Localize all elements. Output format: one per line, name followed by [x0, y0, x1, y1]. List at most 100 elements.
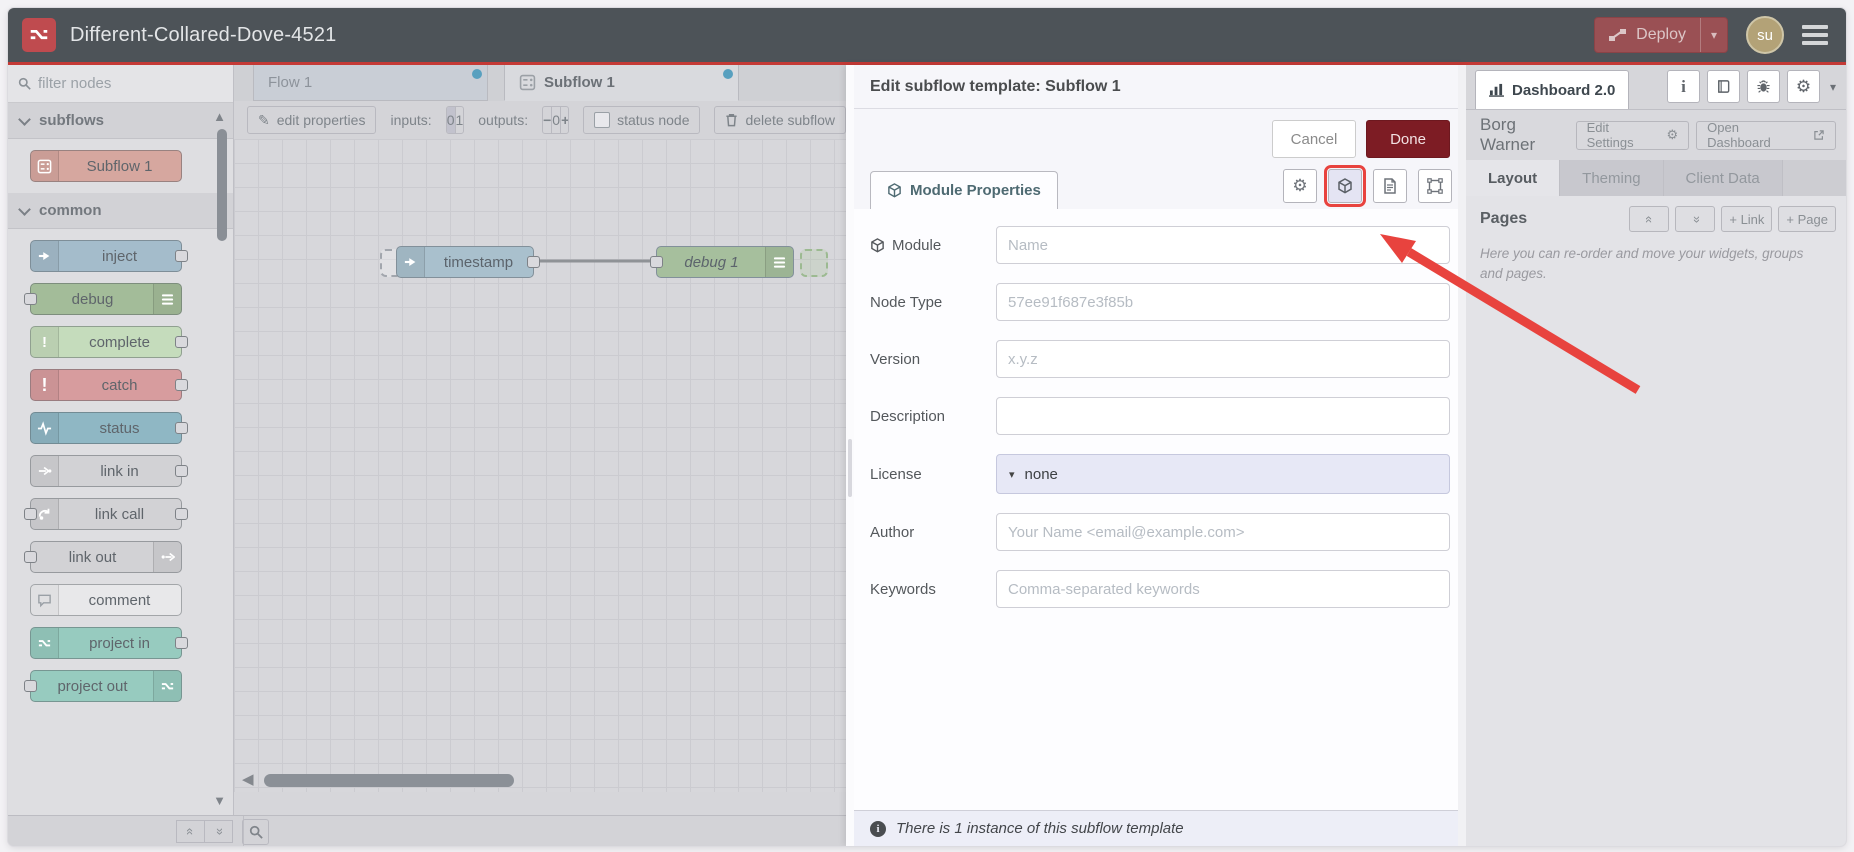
palette-category-common[interactable]: common: [8, 193, 233, 229]
delete-subflow-button[interactable]: delete subflow: [714, 106, 846, 134]
output-port[interactable]: [175, 250, 188, 262]
palette-node-inject[interactable]: inject: [30, 240, 188, 272]
output-port[interactable]: [175, 637, 188, 649]
palette-node-label: project in: [89, 634, 150, 652]
tab-flow-1[interactable]: Flow 1: [253, 65, 488, 101]
deploy-button[interactable]: Deploy ▾: [1594, 17, 1728, 53]
inputs-option-0[interactable]: 0: [446, 107, 455, 133]
outputs-decrease-button[interactable]: −: [543, 107, 551, 133]
sidebar-menu-caret[interactable]: ▾: [1830, 80, 1836, 94]
palette-scroll-down-icon[interactable]: ▼: [213, 793, 226, 808]
appearance-section-button[interactable]: [1418, 169, 1452, 203]
description-field-label: Description: [870, 407, 946, 425]
user-avatar[interactable]: su: [1746, 16, 1784, 54]
palette-collapse-down-button[interactable]: «: [205, 819, 233, 843]
node-red-logo-icon: [22, 18, 56, 52]
palette-node-link-out[interactable]: link out: [24, 541, 182, 573]
delete-subflow-label: delete subflow: [745, 112, 835, 128]
palette-node-project-in[interactable]: project in: [30, 627, 188, 659]
screenshot-frame: Different-Collared-Dove-4521 Deploy ▾ su…: [0, 0, 1854, 852]
deploy-options-caret[interactable]: ▾: [1699, 18, 1727, 52]
outputs-label: outputs:: [478, 112, 529, 128]
palette-category-label: subflows: [39, 112, 105, 129]
palette-category-subflows[interactable]: subflows: [8, 103, 233, 139]
input-port[interactable]: [24, 508, 37, 520]
output-port[interactable]: [175, 465, 188, 477]
input-port[interactable]: [650, 256, 663, 268]
palette-filter-placeholder: filter nodes: [38, 75, 112, 92]
cancel-button[interactable]: Cancel: [1272, 120, 1356, 158]
node-type-input[interactable]: [996, 283, 1450, 321]
tab-module-properties[interactable]: Module Properties: [870, 171, 1058, 210]
palette-node-complete[interactable]: ! complete: [30, 326, 188, 358]
main-menu-button[interactable]: [1802, 25, 1828, 45]
output-port[interactable]: [175, 422, 188, 434]
scroll-left-icon[interactable]: ◀: [242, 770, 254, 788]
tab-client-data[interactable]: Client Data: [1663, 160, 1783, 197]
help-tab-button[interactable]: [1706, 70, 1740, 103]
output-port[interactable]: [527, 256, 540, 268]
horizontal-scrollbar-thumb[interactable]: [264, 774, 514, 787]
tab-layout[interactable]: Layout: [1466, 160, 1561, 198]
palette-node-subflow-1[interactable]: Subflow 1: [30, 150, 182, 182]
comment-icon: [31, 585, 59, 615]
properties-section-button[interactable]: ⚙: [1283, 169, 1317, 203]
output-port[interactable]: [175, 336, 188, 348]
tab-theming[interactable]: Theming: [1560, 160, 1664, 197]
add-page-button[interactable]: + Page: [1778, 206, 1836, 232]
tab-dashboard-2[interactable]: Dashboard 2.0: [1475, 70, 1630, 109]
config-tab-button[interactable]: ⚙: [1786, 70, 1820, 103]
canvas-search-button[interactable]: [242, 819, 269, 845]
node-red-app: Different-Collared-Dove-4521 Deploy ▾ su…: [8, 8, 1846, 846]
tab-subflow-1[interactable]: Subflow 1: [504, 65, 739, 101]
license-value: none: [1024, 465, 1058, 483]
license-select[interactable]: ▾ none: [996, 454, 1450, 494]
palette-node-label: catch: [101, 376, 138, 394]
collapse-all-button[interactable]: «: [1629, 206, 1670, 232]
sidebar-splitter[interactable]: [1458, 65, 1466, 846]
edit-settings-button[interactable]: Edit Settings ⚙: [1575, 120, 1690, 150]
palette-node-comment[interactable]: comment: [30, 584, 182, 616]
outputs-increase-button[interactable]: +: [560, 107, 568, 133]
done-button[interactable]: Done: [1366, 120, 1450, 158]
expand-all-button[interactable]: «: [1675, 206, 1716, 232]
input-port[interactable]: [24, 293, 37, 305]
tray-resize-grip[interactable]: [848, 439, 852, 497]
palette-node-link-in[interactable]: link in: [30, 455, 188, 487]
open-dashboard-button[interactable]: Open Dashboard: [1696, 120, 1836, 150]
dashboard-subtabs: Layout Theming Client Data: [1466, 160, 1846, 198]
palette-node-link-call[interactable]: link call: [24, 498, 188, 530]
author-input[interactable]: [996, 513, 1450, 551]
palette-scrollbar-thumb[interactable]: [217, 129, 227, 241]
palette-collapse-up-button[interactable]: «: [176, 819, 205, 843]
input-port[interactable]: [24, 680, 37, 692]
palette-node-project-out[interactable]: project out: [24, 670, 182, 702]
version-input[interactable]: [996, 340, 1450, 378]
subflow-output-stub[interactable]: [800, 249, 828, 277]
module-input[interactable]: [996, 226, 1450, 264]
module-properties-section-button[interactable]: [1324, 165, 1366, 207]
status-node-toggle[interactable]: status node: [583, 106, 701, 134]
output-port[interactable]: [175, 379, 188, 391]
input-port[interactable]: [24, 551, 37, 563]
output-port[interactable]: [175, 508, 188, 520]
palette-scroll-up-icon[interactable]: ▲: [213, 109, 226, 124]
keywords-input[interactable]: [996, 570, 1450, 608]
palette-node-debug[interactable]: debug: [24, 283, 182, 315]
info-tab-button[interactable]: i: [1666, 70, 1700, 103]
canvas-node-debug-1[interactable]: debug 1: [650, 246, 794, 278]
edit-properties-button[interactable]: ✎ edit properties: [247, 106, 377, 134]
palette-filter[interactable]: filter nodes: [8, 65, 233, 103]
palette-node-catch[interactable]: ! catch: [30, 369, 188, 401]
outputs-count[interactable]: 0: [551, 107, 560, 133]
tray-section-icons: ⚙: [1283, 165, 1452, 207]
inputs-toggle: 0 1: [445, 106, 465, 134]
canvas-node-timestamp[interactable]: timestamp: [396, 246, 540, 278]
description-section-button[interactable]: [1373, 169, 1407, 203]
flow-canvas[interactable]: timestamp debug 1 ◀: [234, 139, 846, 792]
debug-tab-button[interactable]: [1746, 70, 1780, 103]
palette-node-status[interactable]: status: [30, 412, 188, 444]
inputs-option-1[interactable]: 1: [454, 107, 463, 133]
description-input[interactable]: [996, 397, 1450, 435]
add-link-button[interactable]: + Link: [1721, 206, 1773, 232]
